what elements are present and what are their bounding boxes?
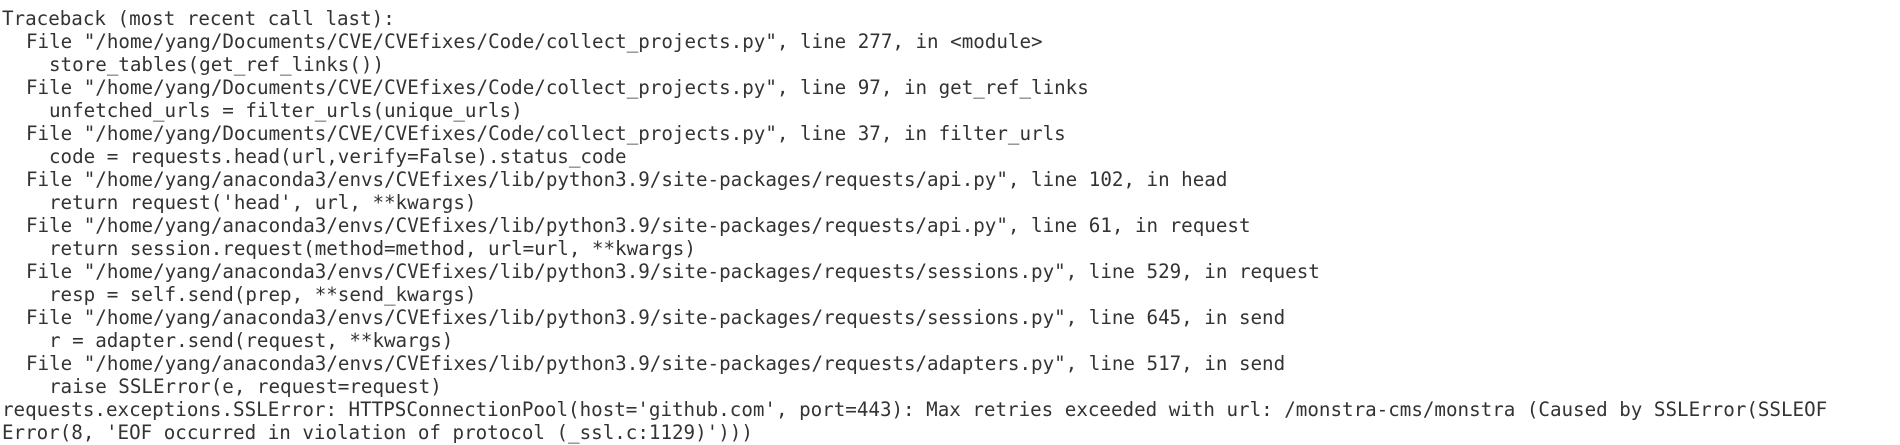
frame-file-line: File "/home/yang/anaconda3/envs/CVEfixes… xyxy=(26,352,1286,375)
frame-file-line: File "/home/yang/Documents/CVE/CVEfixes/… xyxy=(26,122,1066,145)
frame-file-line: File "/home/yang/anaconda3/envs/CVEfixes… xyxy=(26,168,1228,191)
frame-code-line: return session.request(method=method, ur… xyxy=(49,237,696,260)
traceback-header: Traceback (most recent call last): xyxy=(2,7,395,30)
frame-code-line: return request('head', url, **kwargs) xyxy=(49,191,477,214)
error-message-line-1: requests.exceptions.SSLError: HTTPSConne… xyxy=(2,398,1828,421)
frame-code-line: code = requests.head(url,verify=False).s… xyxy=(49,145,627,168)
frame-file-line: File "/home/yang/Documents/CVE/CVEfixes/… xyxy=(26,76,1089,99)
terminal-output: Traceback (most recent call last): File … xyxy=(0,0,1900,445)
frame-code-line: unfetched_urls = filter_urls(unique_urls… xyxy=(49,99,523,122)
error-message-line-2: Error(8, 'EOF occurred in violation of p… xyxy=(2,421,753,444)
frame-file-line: File "/home/yang/anaconda3/envs/CVEfixes… xyxy=(26,260,1320,283)
frame-code-line: raise SSLError(e, request=request) xyxy=(49,375,442,398)
frame-code-line: r = adapter.send(request, **kwargs) xyxy=(49,329,454,352)
frame-file-line: File "/home/yang/Documents/CVE/CVEfixes/… xyxy=(26,30,1043,53)
frame-code-line: resp = self.send(prep, **send_kwargs) xyxy=(49,283,477,306)
frame-file-line: File "/home/yang/anaconda3/envs/CVEfixes… xyxy=(26,214,1251,237)
frame-file-line: File "/home/yang/anaconda3/envs/CVEfixes… xyxy=(26,306,1286,329)
frame-code-line: store_tables(get_ref_links()) xyxy=(49,53,385,76)
